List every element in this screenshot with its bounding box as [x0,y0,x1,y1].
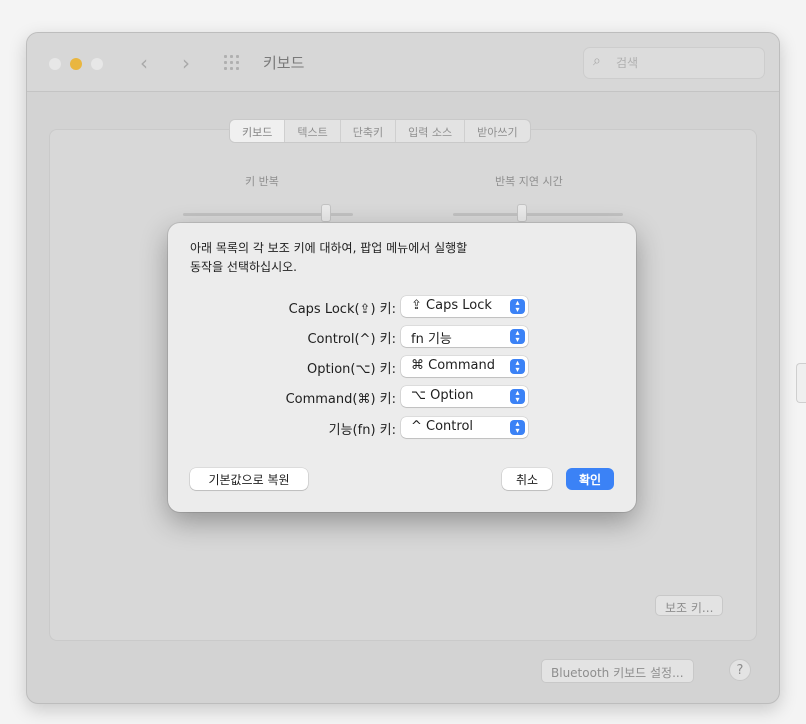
help-button[interactable]: ? [729,659,751,681]
minimize-window-button[interactable] [70,58,82,70]
control-key-popup[interactable]: fn 기능 ▴ ▾ [401,326,528,347]
search-icon: ⌕ [593,53,601,69]
modifier-keys-button[interactable]: 보조 키... [655,595,724,616]
caps-lock-key-label: Caps Lock(⇪) 키: [288,302,396,317]
ok-button[interactable]: 확인 [566,468,614,490]
function-key-label: 기능(fn) 키: [328,423,396,438]
chevron-up-down-icon: ▴ ▾ [510,329,525,344]
side-handle [796,363,806,403]
chevron-up-down-icon: ▴ ▾ [510,299,525,314]
repeat-delay-label: 반복 지연 시간 [495,175,563,188]
tab-dictation[interactable]: 받아쓰기 [465,120,529,142]
tab-text[interactable]: 텍스트 [285,120,341,142]
key-repeat-label: 키 반복 [245,175,279,188]
popup-value: ⌘ Command [411,358,495,373]
command-key-label: Command(⌘) 키: [285,392,396,407]
popup-value: fn 기능 [411,332,452,347]
tab-shortcuts[interactable]: 단축키 [341,120,397,142]
close-window-button[interactable] [49,58,61,70]
chevron-up-down-icon: ▴ ▾ [510,359,525,374]
search-field[interactable]: ⌕ 검색 [583,47,765,79]
option-key-popup[interactable]: ⌘ Command ▴ ▾ [401,356,528,377]
control-key-label: Control(^) 키: [307,332,396,347]
chevron-up-down-icon: ▴ ▾ [510,420,525,435]
modifier-keys-sheet: 아래 목록의 각 보조 키에 대하여, 팝업 메뉴에서 실행할 동작을 선택하십… [168,223,636,512]
popup-value: ⇪ Caps Lock [411,298,492,313]
bluetooth-keyboard-setup-button[interactable]: Bluetooth 키보드 설정... [541,659,694,683]
option-key-label: Option(⌥) 키: [307,362,396,377]
tab-input-sources[interactable]: 입력 소스 [396,120,466,142]
tab-keyboard[interactable]: 키보드 [230,120,286,142]
sheet-description: 아래 목록의 각 보조 키에 대하여, 팝업 메뉴에서 실행할 동작을 선택하십… [190,239,610,277]
description-line-2: 동작을 선택하십시오. [190,260,297,274]
show-all-grid-icon[interactable] [224,55,242,71]
zoom-window-button[interactable] [91,58,103,70]
search-placeholder: 검색 [616,56,639,70]
title-bar: ‹ › 키보드 ⌕ 검색 [27,33,779,92]
window-title: 키보드 [263,54,305,72]
restore-defaults-button[interactable]: 기본값으로 복원 [190,468,308,490]
command-key-popup[interactable]: ⌥ Option ▴ ▾ [401,386,528,407]
repeat-delay-slider[interactable] [453,213,623,216]
popup-value: ^ Control [411,419,474,434]
popup-value: ⌥ Option [411,388,474,403]
tab-bar: 키보드 텍스트 단축키 입력 소스 받아쓰기 [229,119,531,143]
back-button[interactable]: ‹ [140,51,148,75]
repeat-delay-slider-knob[interactable] [517,204,527,222]
cancel-button[interactable]: 취소 [502,468,552,490]
function-key-popup[interactable]: ^ Control ▴ ▾ [401,417,528,438]
key-repeat-slider-knob[interactable] [321,204,331,222]
caps-lock-key-popup[interactable]: ⇪ Caps Lock ▴ ▾ [401,296,528,317]
chevron-up-down-icon: ▴ ▾ [510,389,525,404]
description-line-1: 아래 목록의 각 보조 키에 대하여, 팝업 메뉴에서 실행할 [190,241,468,255]
forward-button[interactable]: › [182,51,190,75]
